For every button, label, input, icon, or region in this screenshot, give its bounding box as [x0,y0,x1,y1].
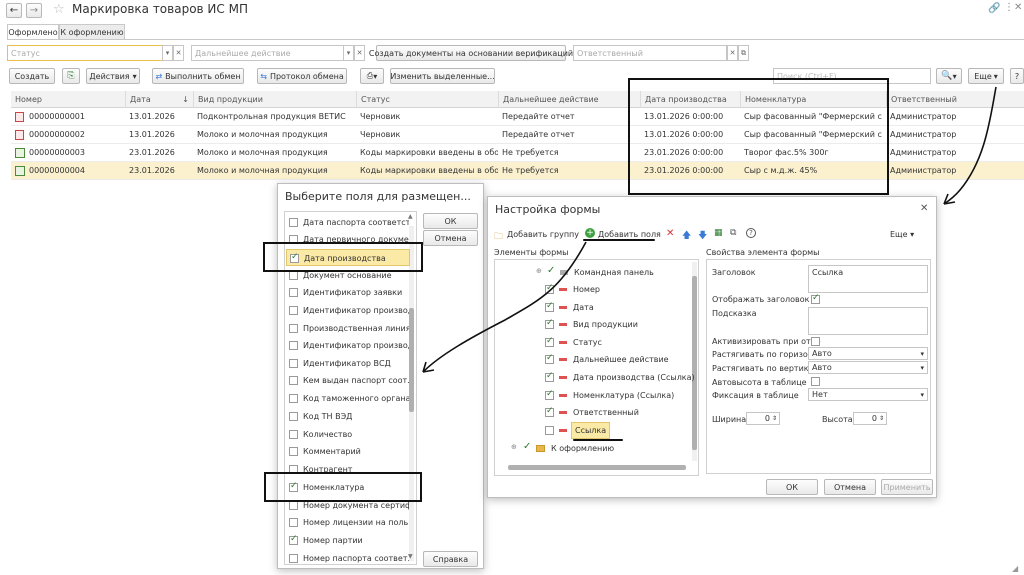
annotation-arrows [422,86,997,373]
annotation-arrow-to-list [422,241,587,373]
annotation-arrow-to-dialog [943,86,997,205]
resize-grip-icon[interactable]: ◢ [1012,564,1018,573]
